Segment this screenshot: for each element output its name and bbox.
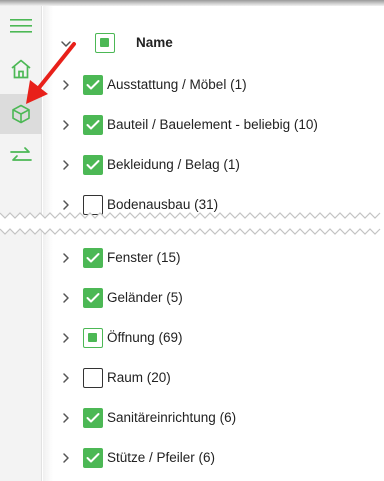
window-top-edge <box>0 0 384 6</box>
row-checkbox[interactable] <box>83 248 103 268</box>
swap-arrows-icon <box>10 147 32 161</box>
sidebar <box>0 6 42 481</box>
chevron-right-icon[interactable] <box>60 412 72 424</box>
row-label: Geländer (5) <box>107 290 183 305</box>
row-label: Bekleidung / Belag (1) <box>107 157 240 172</box>
chevron-right-icon[interactable] <box>60 252 72 264</box>
checkmark-icon <box>86 453 100 463</box>
row-label: Stütze / Pfeiler (6) <box>107 450 216 465</box>
sidebar-transfer-button[interactable] <box>0 136 42 176</box>
torn-edge-divider <box>0 212 381 235</box>
row-checkbox[interactable] <box>83 408 103 428</box>
chevron-right-icon[interactable] <box>60 372 72 384</box>
chevron-right-icon[interactable] <box>60 79 72 91</box>
row-label: Bauteil / Bauelement - beliebig (10) <box>107 117 318 132</box>
row-checkbox[interactable] <box>83 448 103 468</box>
chevron-right-icon[interactable] <box>60 332 72 344</box>
row-checkbox[interactable] <box>83 115 103 135</box>
tree-row[interactable]: Raum (20) <box>43 358 384 398</box>
tree-row[interactable]: Fenster (15) <box>43 238 384 278</box>
tree-row[interactable]: Ausstattung / Möbel (1) <box>43 65 384 105</box>
checkmark-icon <box>86 80 100 90</box>
home-icon <box>11 59 31 79</box>
row-checkbox[interactable] <box>83 75 103 95</box>
column-header-name: Name <box>136 35 173 50</box>
select-all-checkbox[interactable] <box>95 33 115 53</box>
tree-header-row: Name <box>43 23 384 63</box>
row-label: Ausstattung / Möbel (1) <box>107 77 247 92</box>
tree-row[interactable]: Geländer (5) <box>43 278 384 318</box>
row-label: Öffnung (69) <box>107 330 183 345</box>
row-label: Raum (20) <box>107 370 171 385</box>
cube-icon <box>12 104 30 124</box>
chevron-down-icon[interactable] <box>60 38 72 50</box>
hamburger-menu-icon <box>10 19 32 33</box>
sidebar-menu-button[interactable] <box>0 6 42 46</box>
tree-row[interactable]: Sanitäreinrichtung (6) <box>43 398 384 438</box>
chevron-right-icon[interactable] <box>60 119 72 131</box>
sidebar-home-button[interactable] <box>0 49 42 89</box>
checkmark-icon <box>86 120 100 130</box>
row-checkbox[interactable] <box>83 288 103 308</box>
tree-row[interactable]: Stütze / Pfeiler (6) <box>43 438 384 478</box>
row-label: Sanitäreinrichtung (6) <box>107 410 237 425</box>
chevron-right-icon[interactable] <box>60 292 72 304</box>
sidebar-objects-button[interactable] <box>0 94 42 134</box>
checkmark-icon <box>86 160 100 170</box>
tree-row[interactable]: Bekleidung / Belag (1) <box>43 145 384 185</box>
checkmark-icon <box>86 253 100 263</box>
checkmark-icon <box>86 413 100 423</box>
tree-row[interactable]: Bauteil / Bauelement - beliebig (10) <box>43 105 384 145</box>
tree-row[interactable]: Öffnung (69) <box>43 318 384 358</box>
chevron-right-icon[interactable] <box>60 159 72 171</box>
row-label: Fenster (15) <box>107 250 181 265</box>
row-checkbox[interactable] <box>83 155 103 175</box>
chevron-right-icon[interactable] <box>60 452 72 464</box>
row-checkbox[interactable] <box>83 328 103 348</box>
checkmark-icon <box>86 293 100 303</box>
row-checkbox[interactable] <box>83 368 103 388</box>
